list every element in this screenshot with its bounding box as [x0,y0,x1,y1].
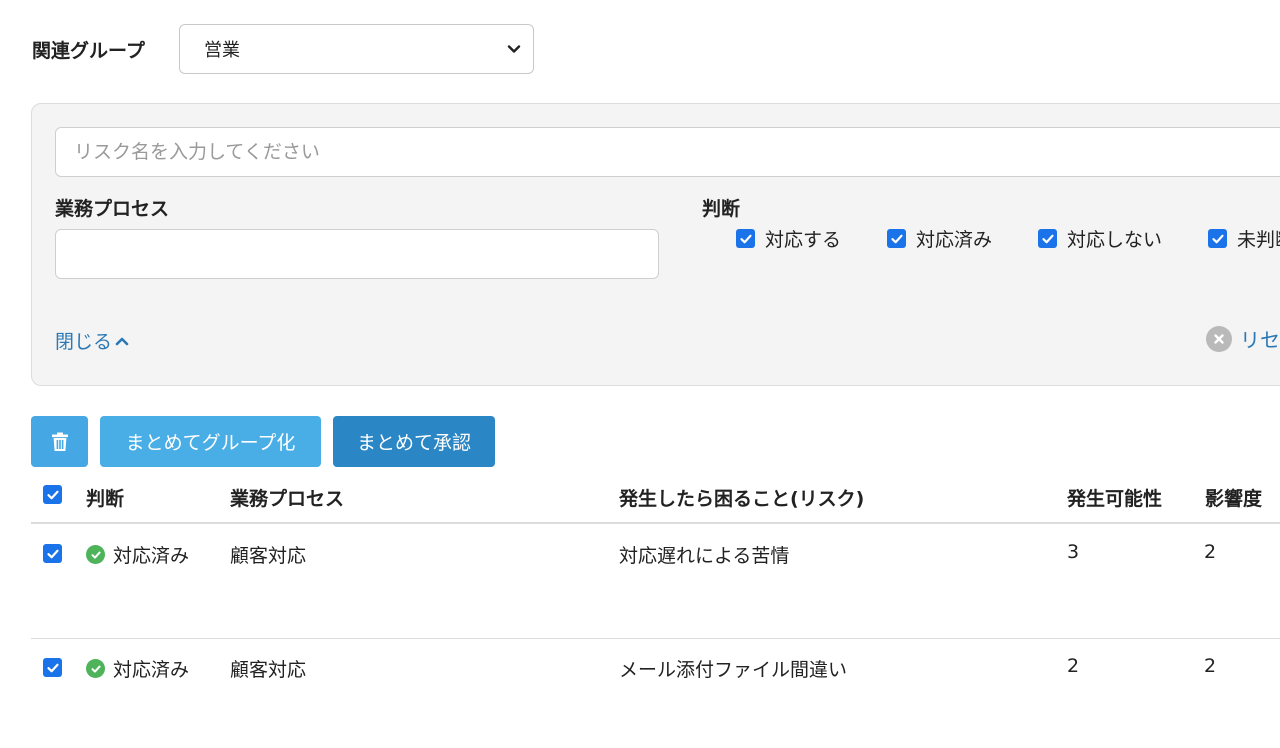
checkbox-checked-icon[interactable] [887,229,907,248]
row-likelihood: 3 [1067,541,1080,563]
judge-option-label: 対応する [765,229,842,251]
check-circle-icon [86,545,105,564]
filter-panel: 業務プロセス 判断 対応する 対応済み 対応しない 未判断 閉じる [31,103,1280,386]
trash-icon [51,432,68,451]
group-select-value: 営業 [204,40,240,61]
row-process: 顧客対応 [230,659,307,681]
judge-option-label: 対応済み [916,229,993,251]
group-select[interactable]: 営業 [179,24,534,74]
judge-option-label: 対応しない [1067,229,1163,251]
bulk-approve-button[interactable]: まとめて承認 [333,416,495,467]
reset-link[interactable]: リセット [1206,324,1280,353]
process-input[interactable] [55,229,659,279]
row-status: 対応済み [86,655,189,682]
checkbox-checked-icon[interactable] [736,229,755,248]
judge-option-not-respond[interactable]: 対応しない [1028,225,1162,252]
table-header-divider [31,522,1280,524]
judge-label: 判断 [702,198,741,220]
close-filter-label: 閉じる [55,331,113,353]
check-circle-icon [86,659,105,678]
row-impact: 2 [1204,655,1217,677]
judge-option-respond[interactable]: 対応する [726,225,841,252]
row-checkbox[interactable] [43,658,62,677]
row-impact: 2 [1204,541,1217,563]
column-header-judge[interactable]: 判断 [86,484,124,511]
risk-list-page: 関連グループ 営業 業務プロセス 判断 対応する 対応済み 対応しない [0,0,1280,748]
chevron-down-icon [507,45,521,53]
select-all-checkbox[interactable] [43,485,62,504]
row-process: 顧客対応 [230,545,307,567]
checkbox-checked-icon[interactable] [1038,229,1058,248]
risk-name-input[interactable] [55,127,1280,177]
column-header-process[interactable]: 業務プロセス [230,484,344,511]
row-risk[interactable]: 対応遅れによる苦情 [619,541,789,568]
judge-option-label: 未判断 [1237,229,1280,251]
row-divider [31,638,1280,639]
row-status: 対応済み [86,541,189,568]
group-label: 関連グループ [32,40,145,62]
column-header-likelihood[interactable]: 発生可能性 [1067,484,1162,511]
row-risk[interactable]: メール添付ファイル間違い [619,655,847,682]
row-checkbox[interactable] [43,544,62,563]
row-likelihood: 2 [1067,655,1080,677]
delete-button[interactable] [31,416,88,467]
close-circle-icon [1206,325,1232,352]
close-filter-link[interactable]: 閉じる [55,327,130,354]
column-header-risk[interactable]: 発生したら困ること(リスク) [619,484,864,511]
reset-label: リセット [1240,328,1280,352]
process-label: 業務プロセス [55,198,170,220]
judge-options: 対応する 対応済み 対応しない 未判断 [726,225,1280,252]
checkbox-checked-icon[interactable] [1208,229,1228,248]
judge-option-done[interactable]: 対応済み [877,225,992,252]
bulk-group-button[interactable]: まとめてグループ化 [100,416,321,467]
chevron-up-icon [115,337,129,345]
column-header-impact[interactable]: 影響度 [1205,484,1262,511]
row-status-label: 対応済み [113,659,190,681]
judge-option-undecided[interactable]: 未判断 [1198,225,1280,252]
row-status-label: 対応済み [113,545,190,567]
